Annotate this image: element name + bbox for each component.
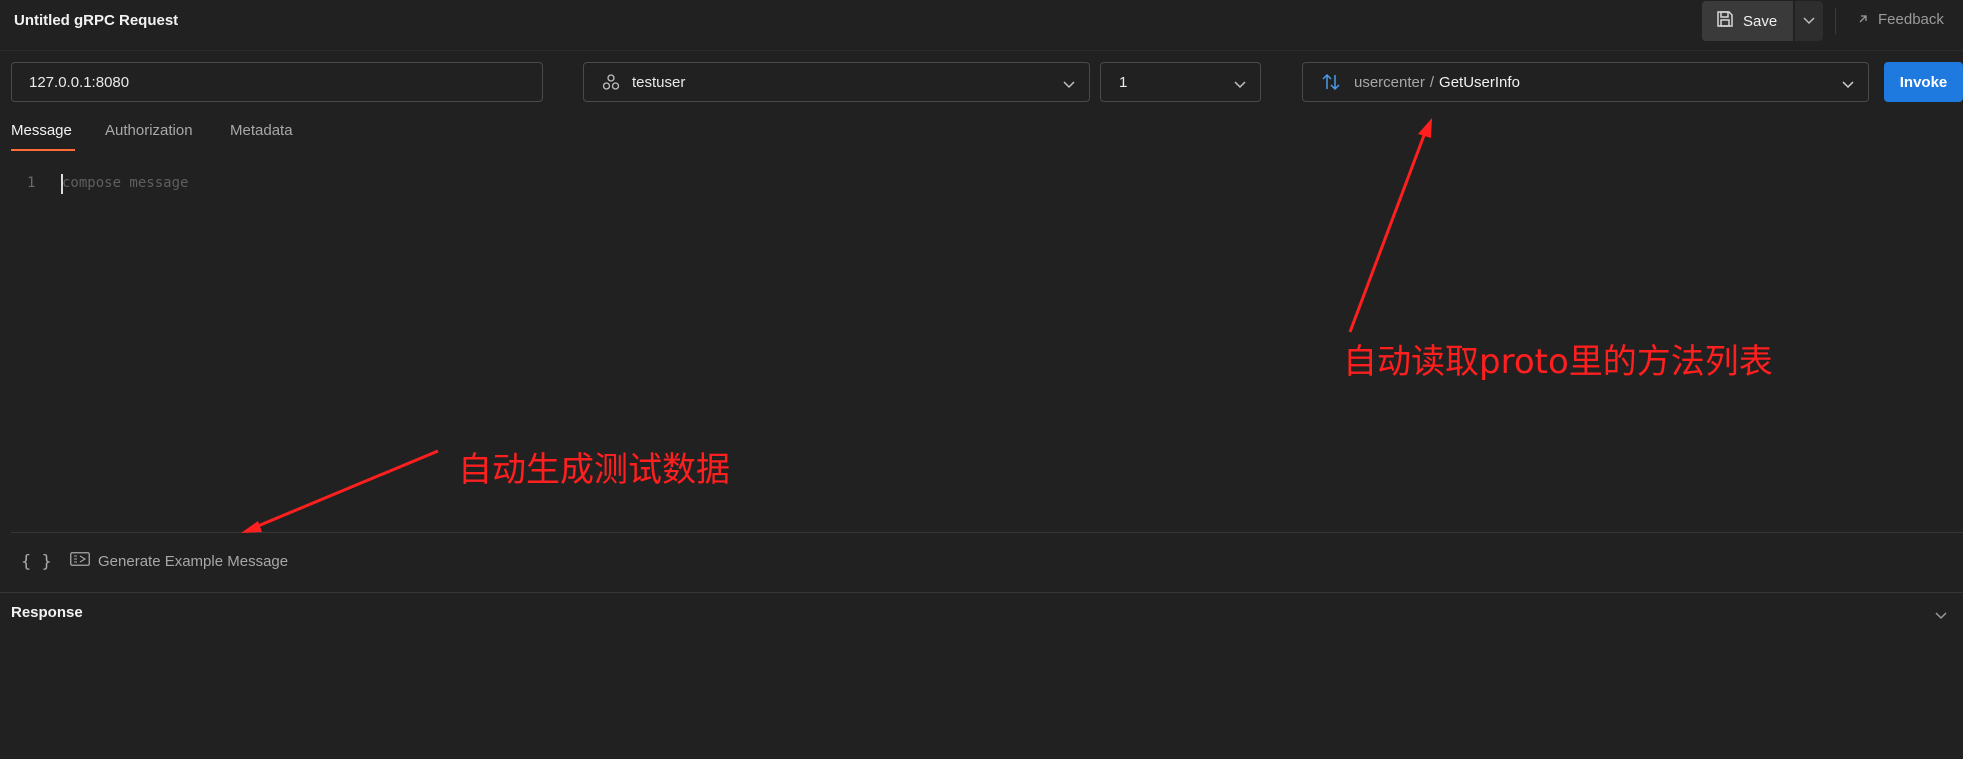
method-name: GetUserInfo — [1439, 73, 1520, 91]
generate-example-button[interactable]: Generate Example Message — [70, 552, 288, 570]
chevron-down-icon — [1234, 76, 1246, 93]
user-select[interactable]: testuser — [583, 62, 1090, 102]
bidirectional-arrows-icon — [1321, 73, 1341, 91]
version-select[interactable]: 1 — [1100, 62, 1261, 102]
line-number: 1 — [27, 175, 36, 191]
path-separator: / — [1429, 73, 1435, 91]
response-title: Response — [11, 604, 83, 621]
feedback-link[interactable]: Feedback — [1858, 11, 1944, 28]
divider — [0, 592, 1963, 593]
generate-label: Generate Example Message — [98, 552, 289, 570]
server-url-value: 127.0.0.1:8080 — [29, 73, 130, 91]
toolbar-divider — [1835, 8, 1836, 34]
server-url-input[interactable]: 127.0.0.1:8080 — [11, 62, 543, 102]
save-options-button[interactable] — [1795, 1, 1823, 41]
floppy-disk-icon — [1716, 10, 1734, 32]
save-label: Save — [1743, 12, 1778, 30]
tab-metadata[interactable]: Metadata — [230, 122, 293, 139]
arrow-up-right-icon — [1858, 11, 1868, 28]
active-tab-indicator — [11, 149, 75, 151]
editor-placeholder: compose message — [62, 175, 189, 191]
request-title[interactable]: Untitled gRPC Request — [14, 12, 178, 29]
chevron-down-icon — [1803, 12, 1815, 30]
tab-authorization[interactable]: Authorization — [105, 122, 193, 139]
version-value: 1 — [1119, 73, 1128, 91]
invoke-button[interactable]: Invoke — [1884, 62, 1963, 102]
annotation-test-data: 自动生成测试数据 — [458, 450, 730, 490]
feedback-label: Feedback — [1878, 11, 1944, 28]
generate-icon — [70, 552, 90, 570]
tab-message[interactable]: Message — [11, 122, 72, 139]
users-icon — [602, 73, 620, 91]
chevron-down-icon[interactable] — [1935, 607, 1947, 625]
text-cursor — [61, 174, 63, 194]
annotation-method-list: 自动读取proto里的方法列表 — [1343, 342, 1773, 382]
chevron-down-icon — [1842, 76, 1854, 93]
top-bar: Untitled gRPC Request Save Feedback — [0, 0, 1963, 51]
method-select[interactable]: usercenter / GetUserInfo — [1302, 62, 1869, 102]
braces-icon[interactable]: { } — [21, 552, 52, 572]
editor-toolbar: { } Generate Example Message — [0, 533, 1963, 592]
chevron-down-icon — [1063, 76, 1075, 93]
save-button[interactable]: Save — [1702, 1, 1793, 41]
service-name: usercenter — [1354, 73, 1425, 91]
user-value: testuser — [632, 73, 686, 91]
